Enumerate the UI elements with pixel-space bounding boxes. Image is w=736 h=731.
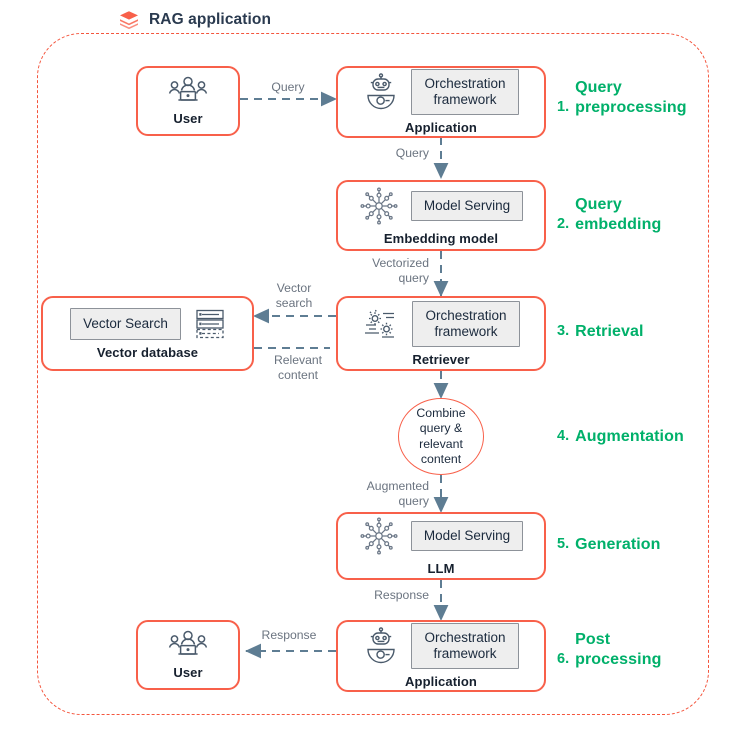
step-label-5: 5. Generation: [557, 535, 661, 555]
diagram-title-text: RAG application: [149, 11, 272, 28]
node-user-bottom[interactable]: User: [136, 620, 240, 690]
step-text: Post processing: [575, 631, 662, 668]
node-user-top[interactable]: User: [136, 66, 240, 136]
chip-orchestration-framework: Orchestration framework: [412, 300, 520, 347]
edge-label-app-to-embedding: Query: [395, 146, 429, 160]
layers-icon: [118, 9, 140, 31]
node-label: Embedding model: [383, 230, 499, 246]
node-label: User: [173, 111, 203, 126]
node-label: LLM: [427, 561, 455, 576]
node-application-bottom[interactable]: Orchestration framework Application: [336, 620, 546, 692]
edge-label-retriever-to-vectordb: Vector search: [275, 281, 313, 310]
gears-icon: [362, 307, 400, 341]
chip-orchestration-framework: Orchestration framework: [411, 623, 519, 669]
edge-label-vectordb-to-retriever: Relevant content: [273, 353, 323, 382]
step-label-4: 4. Augmentation: [557, 427, 684, 447]
robot-icon: [363, 627, 399, 665]
node-label: User: [173, 665, 203, 680]
step-text: Retrieval: [575, 323, 644, 340]
edge-label-embedding-to-retriever: Vectorized query: [372, 256, 429, 285]
node-embedding-model[interactable]: Model Serving Embedding model: [336, 180, 546, 251]
step-label-3: 3. Retrieval: [557, 322, 644, 342]
node-retriever[interactable]: Orchestration framework Retriever: [336, 296, 546, 371]
node-llm[interactable]: Model Serving LLM: [336, 512, 546, 580]
node-label: Vector database: [96, 344, 199, 360]
node-label: Retriever: [412, 351, 470, 367]
edge-label-llm-to-application: Response: [374, 588, 429, 602]
node-label: Application: [405, 674, 477, 689]
node-augmentation-circle[interactable]: Combine query & relevant content: [398, 398, 484, 475]
step-number: 3.: [557, 323, 570, 340]
step-text: Augmentation: [575, 428, 684, 445]
diagram-title: RAG application: [116, 9, 278, 31]
step-label-2: 2. Query embedding: [557, 195, 661, 234]
edge-label-application-to-user: Response: [261, 628, 317, 642]
chip-model-serving: Model Serving: [410, 521, 524, 551]
edge-label-user-to-app: Query: [271, 80, 305, 94]
step-number: 1.: [557, 99, 570, 115]
neural-network-icon: [359, 186, 399, 226]
users-laptop-icon: [168, 630, 208, 658]
step-number: 2.: [557, 216, 570, 232]
step-label-1: 1. Query preprocessing: [557, 78, 687, 117]
robot-icon: [363, 73, 399, 111]
step-text: Query preprocessing: [575, 79, 687, 116]
chip-orchestration-framework: Orchestration framework: [411, 69, 519, 115]
database-stack-icon: [195, 308, 225, 340]
node-vector-database[interactable]: Vector Search Vector database: [41, 296, 254, 371]
chip-vector-search: Vector Search: [70, 307, 181, 340]
users-laptop-icon: [168, 76, 208, 104]
chip-model-serving: Model Serving: [410, 190, 524, 221]
node-label: Application: [405, 120, 477, 135]
step-text: Generation: [575, 536, 661, 553]
neural-network-icon: [359, 516, 399, 556]
step-label-6: 6. Post processing: [557, 630, 661, 669]
step-text: Query embedding: [575, 196, 662, 233]
edge-label-augmentation-to-llm: Augmented query: [366, 479, 429, 508]
node-application-top[interactable]: Orchestration framework Application: [336, 66, 546, 138]
step-number: 4.: [557, 428, 570, 445]
step-number: 5.: [557, 536, 570, 553]
diagram-canvas: RAG application User Orchestration frame…: [0, 0, 736, 731]
step-number: 6.: [557, 651, 570, 667]
